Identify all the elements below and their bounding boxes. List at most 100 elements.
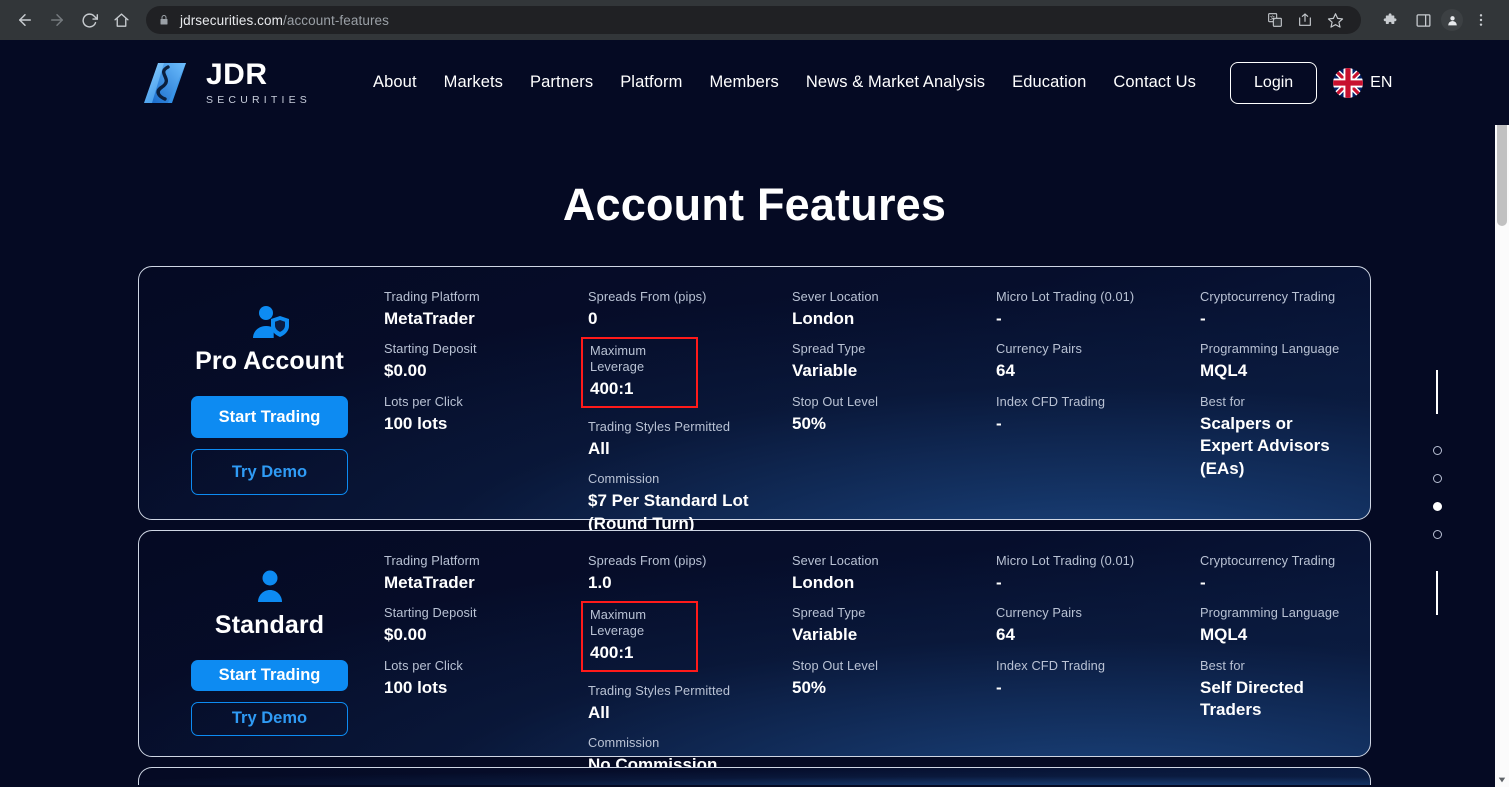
lock-icon — [158, 14, 170, 26]
feature-column-4: Micro Lot Trading (0.01) - Currency Pair… — [996, 289, 1200, 546]
feature-index-cfd-trading: Index CFD Trading - — [996, 658, 1200, 699]
card-left-pro: Pro Account Start Trading Try Demo — [163, 289, 376, 499]
feature-value: - — [996, 572, 1002, 592]
feature-starting-deposit: Starting Deposit $0.00 — [384, 605, 588, 646]
feature-value: MetaTrader — [384, 308, 475, 328]
feature-trading-platform: Trading Platform MetaTrader — [384, 553, 588, 594]
feature-value: 400:1 — [590, 643, 634, 663]
feature-value: 64 — [996, 361, 1015, 381]
nav-item-about[interactable]: About — [373, 73, 417, 92]
feature-value: MQL4 — [1200, 361, 1248, 381]
feature-value: 0 — [588, 308, 598, 328]
pagination-dot-4[interactable] — [1432, 530, 1442, 539]
feature-label: Stop Out Level — [792, 393, 879, 409]
start-trading-button-pro[interactable]: Start Trading — [191, 396, 348, 438]
page-scrollbar[interactable] — [1495, 40, 1509, 787]
try-demo-button-pro[interactable]: Try Demo — [191, 449, 348, 495]
rail-line-bottom — [1436, 571, 1438, 615]
feature-value: $7 Per Standard Lot (Round Turn) — [588, 491, 749, 533]
main-navigation: About Markets Partners Platform Members … — [373, 73, 1196, 92]
nav-item-partners[interactable]: Partners — [530, 73, 593, 92]
feature-value: Variable — [792, 625, 858, 645]
nav-item-markets[interactable]: Markets — [444, 73, 503, 92]
nav-item-education[interactable]: Education — [1012, 73, 1086, 92]
feature-column-3: Sever Location London Spread Type Variab… — [792, 289, 996, 546]
feature-spreads-from: Spreads From (pips) 0 — [588, 289, 792, 330]
account-name-pro: Pro Account — [195, 347, 344, 375]
star-icon[interactable] — [1321, 6, 1349, 34]
feature-lots-per-click: Lots per Click 100 lots — [384, 394, 588, 435]
puzzle-icon[interactable] — [1377, 6, 1405, 34]
feature-maximum-leverage-highlighted: Maximum Leverage 400:1 — [581, 337, 698, 408]
feature-currency-pairs: Currency Pairs 64 — [996, 605, 1200, 646]
feature-value: - — [996, 308, 1002, 328]
feature-stop-out-level: Stop Out Level 50% — [792, 394, 996, 435]
three-dot-menu-icon[interactable] — [1467, 6, 1495, 34]
account-card-standard: Standard Start Trading Try Demo Trading … — [138, 530, 1371, 774]
start-trading-button-standard[interactable]: Start Trading — [191, 660, 348, 691]
person-icon — [254, 569, 286, 603]
scroll-down-arrow[interactable] — [1495, 773, 1509, 787]
pagination-dot-1[interactable] — [1432, 446, 1442, 455]
feature-value: - — [996, 413, 1002, 433]
feature-starting-deposit: Starting Deposit $0.00 — [384, 341, 588, 382]
feature-label: Spread Type — [792, 605, 866, 621]
rail-line-top — [1436, 370, 1438, 414]
home-button[interactable] — [106, 5, 136, 35]
feature-label: Index CFD Trading — [996, 393, 1106, 409]
feature-label: Sever Location — [792, 289, 879, 304]
feature-label: Lots per Click — [384, 393, 463, 409]
feature-lots-per-click: Lots per Click 100 lots — [384, 658, 588, 699]
account-card-next-peek — [138, 767, 1371, 785]
try-demo-button-standard[interactable]: Try Demo — [191, 701, 348, 736]
feature-cryptocurrency-trading: Cryptocurrency Trading - — [1200, 289, 1346, 330]
feature-label: Cryptocurrency Trading — [1200, 553, 1336, 568]
feature-value: $0.00 — [384, 361, 427, 381]
feature-value: MetaTrader — [384, 572, 475, 592]
svg-text:文: 文 — [1270, 14, 1276, 22]
feature-label: Currency Pairs — [996, 605, 1083, 621]
login-button[interactable]: Login — [1230, 61, 1318, 104]
page-content: JDR SECURITIES About Markets Partners Pl… — [0, 40, 1509, 787]
feature-trading-platform: Trading Platform MetaTrader — [384, 289, 588, 330]
feature-programming-language: Programming Language MQL4 — [1200, 605, 1346, 646]
feature-commission: Commission $7 Per Standard Lot (Round Tu… — [588, 471, 792, 535]
translate-icon[interactable]: 文 — [1261, 6, 1289, 34]
feature-value: All — [588, 438, 610, 458]
language-selector[interactable]: EN — [1333, 67, 1392, 98]
feature-label: Micro Lot Trading (0.01) — [996, 289, 1135, 304]
nav-item-platform[interactable]: Platform — [620, 73, 682, 92]
feature-label: Commission — [588, 471, 660, 487]
feature-sever-location: Sever Location London — [792, 553, 996, 594]
side-panel-icon[interactable] — [1409, 6, 1437, 34]
feature-column-5: Cryptocurrency Trading - Programming Lan… — [1200, 553, 1346, 787]
nav-item-news-market-analysis[interactable]: News & Market Analysis — [806, 73, 985, 92]
feature-value: - — [996, 677, 1002, 697]
feature-column-1: Trading Platform MetaTrader Starting Dep… — [384, 289, 588, 546]
feature-label: Spreads From (pips) — [588, 289, 707, 304]
carousel-pagination — [1427, 370, 1447, 615]
feature-label: Maximum Leverage — [590, 343, 647, 375]
feature-value: 50% — [792, 677, 827, 697]
nav-item-members[interactable]: Members — [709, 73, 778, 92]
site-logo[interactable]: JDR SECURITIES — [138, 57, 311, 109]
feature-spread-type: Spread Type Variable — [792, 605, 996, 646]
feature-label: Programming Language — [1200, 605, 1340, 621]
feature-column-2: Spreads From (pips) 1.0 Maximum Leverage… — [581, 553, 792, 787]
feature-programming-language: Programming Language MQL4 — [1200, 341, 1346, 382]
feature-label: Starting Deposit — [384, 605, 477, 621]
reload-button[interactable] — [74, 5, 104, 35]
share-icon[interactable] — [1291, 6, 1319, 34]
feature-stop-out-level: Stop Out Level 50% — [792, 658, 996, 699]
feature-value: Variable — [792, 361, 858, 381]
address-bar[interactable]: jdrsecurities.com/account-features 文 — [146, 6, 1361, 34]
pagination-dot-2[interactable] — [1432, 474, 1442, 483]
feature-value: London — [792, 308, 855, 328]
uk-flag-icon — [1333, 67, 1364, 98]
forward-button[interactable] — [42, 5, 72, 35]
feature-label: Trading Platform — [384, 553, 480, 568]
pagination-dot-3-active[interactable] — [1432, 502, 1442, 511]
nav-item-contact-us[interactable]: Contact Us — [1113, 73, 1196, 92]
back-button[interactable] — [10, 5, 40, 35]
profile-avatar-icon[interactable] — [1441, 9, 1463, 31]
